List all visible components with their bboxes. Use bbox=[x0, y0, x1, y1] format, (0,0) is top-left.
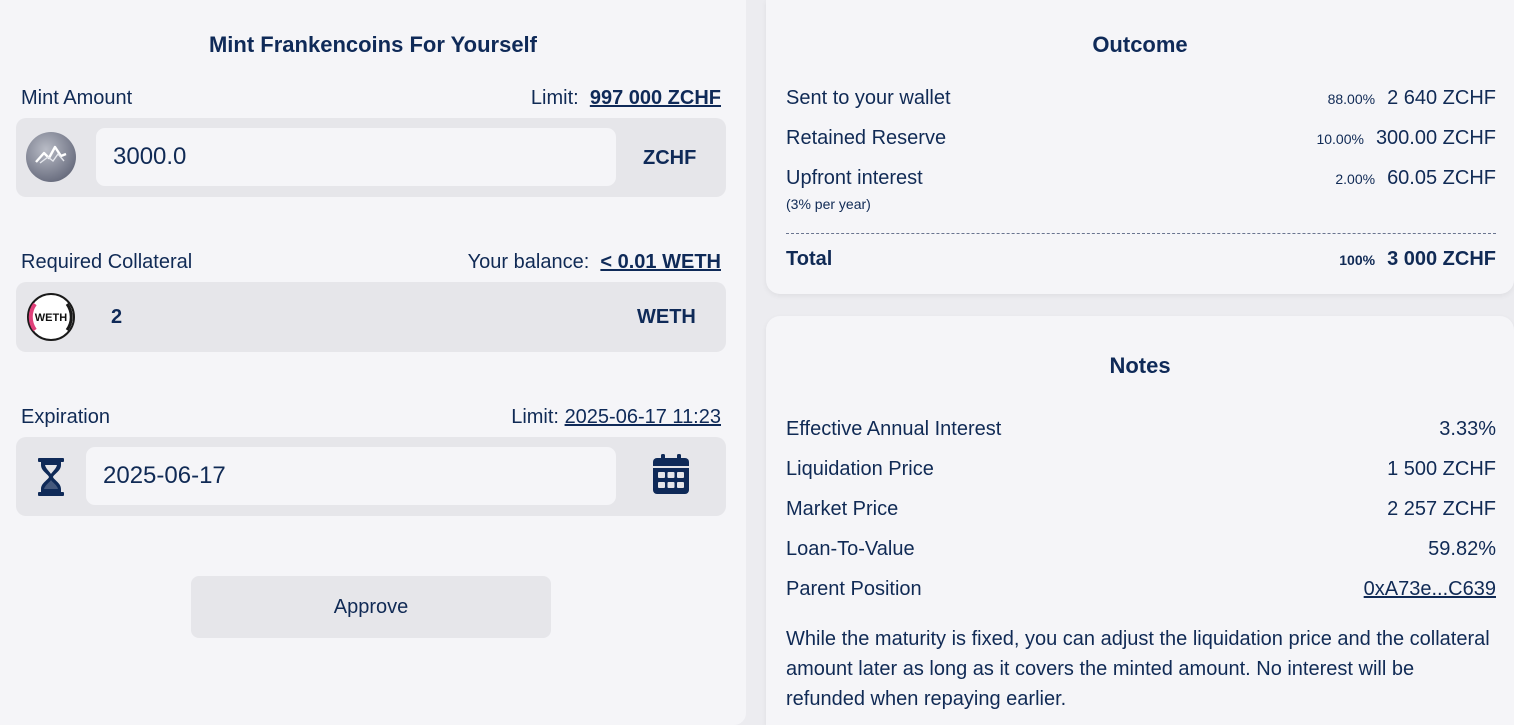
notes-row-effective-interest: Effective Annual Interest 3.33% bbox=[786, 418, 1496, 448]
interest-note: (3% per year) bbox=[786, 196, 871, 212]
outcome-label: Retained Reserve bbox=[786, 127, 947, 149]
mint-amount-label: Mint Amount bbox=[21, 87, 133, 109]
notes-row-ltv: Loan-To-Value 59.82% bbox=[786, 538, 1496, 568]
outcome-value: 60.05 ZCHF bbox=[1387, 167, 1496, 189]
expiration-limit: Limit: 2025-06-17 11:23 bbox=[511, 406, 721, 429]
outcome-pct: 2.00% bbox=[1335, 171, 1376, 187]
notes-label: Liquidation Price bbox=[786, 458, 934, 480]
notes-row-parent-position: Parent Position 0xA73e...C639 bbox=[786, 578, 1496, 608]
collateral-balance: Your balance: < 0.01 WETH bbox=[468, 251, 721, 274]
parent-position-link[interactable]: 0xA73e...C639 bbox=[1364, 578, 1496, 601]
weth-logo-text: WETH bbox=[35, 312, 67, 324]
outcome-value: 300.00 ZCHF bbox=[1375, 127, 1496, 149]
weth-logo-icon: WETH bbox=[26, 292, 76, 342]
total-label: Total bbox=[786, 248, 833, 270]
outcome-value: 2 640 ZCHF bbox=[1387, 87, 1496, 109]
mint-amount-unit: ZCHF bbox=[643, 147, 697, 169]
approve-button[interactable]: Approve bbox=[191, 576, 551, 638]
calendar-icon[interactable] bbox=[653, 454, 689, 494]
expiration-input[interactable]: 2025-06-17 bbox=[86, 447, 616, 505]
mint-limit-prefix: Limit: bbox=[530, 87, 579, 109]
outcome-row-wallet: Sent to your wallet 88.00% 2 640 ZCHF bbox=[786, 87, 1496, 117]
outcome-row-interest: Upfront interest 2.00% 60.05 ZCHF bbox=[786, 167, 1496, 197]
notes-row-market-price: Market Price 2 257 ZCHF bbox=[786, 498, 1496, 528]
notes-label: Parent Position bbox=[786, 578, 922, 600]
notes-label: Loan-To-Value bbox=[786, 538, 915, 560]
collateral-unit: WETH bbox=[637, 306, 696, 328]
hourglass-icon bbox=[36, 457, 66, 497]
outcome-divider bbox=[786, 233, 1496, 234]
expiration-label: Expiration bbox=[21, 406, 110, 428]
notes-value: 59.82% bbox=[1428, 538, 1496, 560]
total-value: 3 000 ZCHF bbox=[1387, 248, 1496, 270]
notes-row-liquidation-price: Liquidation Price 1 500 ZCHF bbox=[786, 458, 1496, 488]
notes-value: 1 500 ZCHF bbox=[1387, 458, 1496, 480]
notes-paragraph: While the maturity is fixed, you can adj… bbox=[786, 628, 1490, 710]
notes-label: Effective Annual Interest bbox=[786, 418, 1002, 440]
expiration-limit-prefix: Limit: bbox=[511, 406, 559, 428]
notes-panel: Notes Effective Annual Interest 3.33% Li… bbox=[766, 316, 1514, 725]
outcome-row-total: Total 100% 3 000 ZCHF bbox=[786, 248, 1496, 278]
frankencoin-logo-icon bbox=[26, 132, 76, 182]
total-pct: 100% bbox=[1339, 252, 1376, 268]
mint-amount-input[interactable]: 3000.0 bbox=[96, 128, 616, 186]
mint-limit: Limit: 997 000 ZCHF bbox=[531, 87, 721, 110]
expiration-box: 2025-06-17 bbox=[16, 437, 726, 516]
notes-value: 3.33% bbox=[1439, 418, 1496, 440]
balance-link[interactable]: < 0.01 WETH bbox=[600, 251, 721, 273]
notes-title: Notes bbox=[1109, 353, 1171, 378]
outcome-row-reserve: Retained Reserve 10.00% 300.00 ZCHF bbox=[786, 127, 1496, 157]
outcome-label: Upfront interest bbox=[786, 167, 923, 189]
mint-title: Mint Frankencoins For Yourself bbox=[208, 32, 537, 57]
mint-limit-link[interactable]: 997 000 ZCHF bbox=[590, 87, 721, 109]
expiration-limit-link[interactable]: 2025-06-17 11:23 bbox=[565, 406, 721, 428]
balance-prefix: Your balance: bbox=[467, 251, 590, 273]
collateral-label: Required Collateral bbox=[21, 251, 193, 273]
outcome-panel: Outcome Sent to your wallet 88.00% 2 640 … bbox=[766, 0, 1514, 294]
outcome-pct: 88.00% bbox=[1327, 91, 1376, 107]
outcome-label: Sent to your wallet bbox=[786, 87, 951, 109]
notes-value: 2 257 ZCHF bbox=[1387, 498, 1496, 520]
collateral-box: WETH 2 WETH bbox=[16, 282, 726, 352]
outcome-title: Outcome bbox=[1092, 32, 1188, 57]
mint-panel: Mint Frankencoins For Yourself Mint Amou… bbox=[0, 0, 746, 725]
outcome-pct: 10.00% bbox=[1316, 131, 1364, 147]
mint-amount-box: 3000.0 ZCHF bbox=[16, 118, 726, 197]
notes-label: Market Price bbox=[786, 498, 899, 520]
collateral-value[interactable]: 2 bbox=[111, 306, 122, 329]
